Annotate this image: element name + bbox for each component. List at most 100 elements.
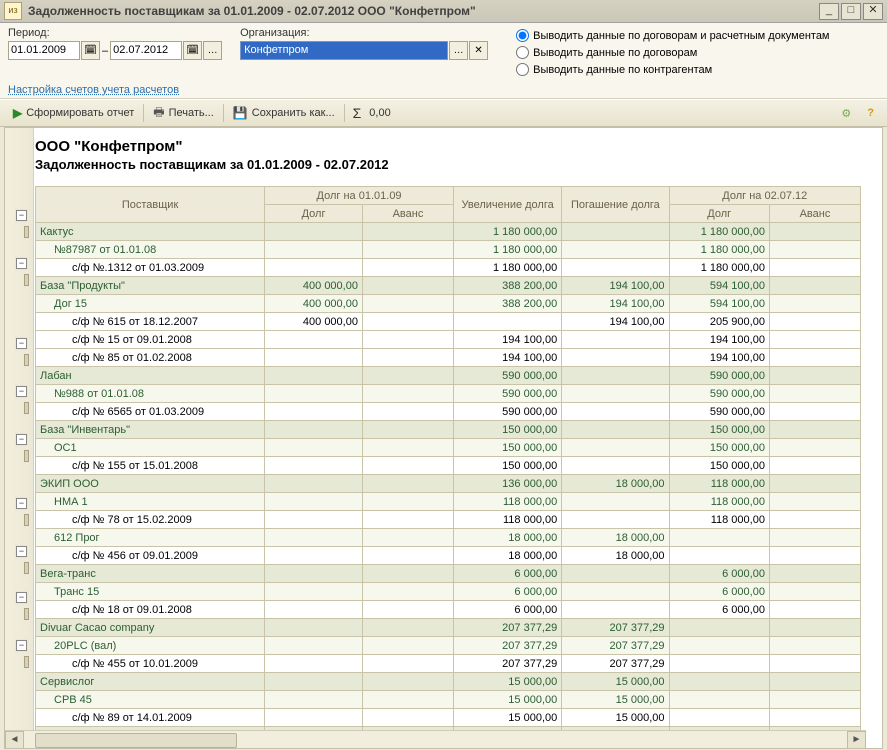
scroll-right-icon[interactable]: ► (847, 731, 866, 749)
table-row[interactable]: База "Продукты"400 000,00388 200,00194 1… (36, 277, 861, 295)
date-to-input[interactable]: 02.07.2012 (110, 41, 182, 60)
cell-inc: 18 000,00 (453, 547, 561, 565)
radio-counterparties-input[interactable] (516, 63, 529, 76)
print-button[interactable]: 🖶 Печать... (146, 102, 221, 124)
table-row[interactable]: с/ф № 18 от 09.01.20086 000,006 000,00 (36, 601, 861, 619)
table-row[interactable]: с/ф № 89 от 14.01.200915 000,0015 000,00 (36, 709, 861, 727)
cell-supplier: с/ф № 18 от 09.01.2008 (36, 601, 265, 619)
settings-button[interactable]: ⚙ (834, 102, 858, 124)
cell-supplier: База "Продукты" (36, 277, 265, 295)
date-from-input[interactable]: 01.01.2009 (8, 41, 80, 60)
table-row[interactable]: Дог 15400 000,00388 200,00194 100,00594 … (36, 295, 861, 313)
cell-supplier: №87987 от 01.01.08 (36, 241, 265, 259)
table-row[interactable]: СРВ 4515 000,0015 000,00 (36, 691, 861, 709)
scroll-left-icon[interactable]: ◄ (5, 731, 24, 749)
outline-slider[interactable] (24, 608, 29, 620)
cell-d2 (669, 691, 769, 709)
cell-a2 (769, 313, 860, 331)
minimize-button[interactable]: _ (819, 3, 839, 20)
table-row[interactable]: с/ф № 456 от 09.01.200918 000,0018 000,0… (36, 547, 861, 565)
table-row[interactable]: с/ф № 455 от 10.01.2009207 377,29207 377… (36, 655, 861, 673)
table-row[interactable]: с/ф № 6565 от 01.03.2009 590 000,00 590 00… (36, 403, 861, 421)
radio-contracts-docs[interactable]: Выводить данные по договорам и расчетным… (516, 27, 829, 44)
accounts-settings-link[interactable]: Настройка счетов учета расчетов (8, 84, 179, 96)
org-clear-button[interactable]: ✕ (469, 41, 488, 60)
outline-toggle[interactable]: − (16, 338, 27, 349)
outline-slider[interactable] (24, 450, 29, 462)
hscrollbar[interactable]: ◄ ► (5, 730, 866, 748)
outline-toggle[interactable]: − (16, 434, 27, 445)
cell-d2: 150 000,00 (669, 457, 769, 475)
org-input[interactable]: Конфетпром (240, 41, 448, 60)
table-row[interactable]: ЭКИП ООО136 000,0018 000,00118 000,00 (36, 475, 861, 493)
radio-contracts-input[interactable] (516, 46, 529, 59)
table-row[interactable]: База "Инвентарь"150 000,00150 000,00 (36, 421, 861, 439)
cell-a2 (769, 295, 860, 313)
outline-slider[interactable] (24, 562, 29, 574)
outline-toggle[interactable]: − (16, 498, 27, 509)
table-row[interactable]: №87987 от 01.01.081 180 000,001 180 000,… (36, 241, 861, 259)
cell-rep (562, 457, 669, 475)
table-row[interactable]: с/ф № 15 от 09.01.2008194 100,00194 100,… (36, 331, 861, 349)
outline-toggle[interactable]: − (16, 640, 27, 651)
radio-contracts[interactable]: Выводить данные по договорам (516, 44, 829, 61)
cell-inc (453, 313, 561, 331)
col-advance2: Аванс (769, 205, 860, 223)
table-row[interactable]: Divuar Cacao company207 377,29207 377,29 (36, 619, 861, 637)
org-select-button[interactable]: … (449, 41, 468, 60)
cell-a1 (362, 385, 453, 403)
outline-toggle[interactable]: − (16, 210, 27, 221)
cell-d2: 590 000,00 (669, 403, 769, 421)
table-row[interactable]: Транс 156 000,006 000,00 (36, 583, 861, 601)
table-row[interactable]: с/ф № 615 от 18.12.2007400 000,00194 100… (36, 313, 861, 331)
outline-slider[interactable] (24, 656, 29, 668)
period-label: Период: (8, 27, 222, 39)
cell-a1 (362, 331, 453, 349)
table-row[interactable]: НМА 1118 000,00118 000,00 (36, 493, 861, 511)
outline-toggle[interactable]: − (16, 258, 27, 269)
cell-supplier: с/ф № 6565 от 01.03.2009 (36, 403, 265, 421)
outline-toggle[interactable]: − (16, 592, 27, 603)
cell-inc: 590 000,00 (453, 403, 561, 421)
close-button[interactable]: ✕ (863, 3, 883, 20)
outline-toggle[interactable]: − (16, 546, 27, 557)
radio-contracts-docs-input[interactable] (516, 29, 529, 42)
table-row[interactable]: Лабан590 000,00590 000,00 (36, 367, 861, 385)
table-row[interactable]: Кактус1 180 000,001 180 000,00 (36, 223, 861, 241)
table-row[interactable]: 20PLC (вал)207 377,29207 377,29 (36, 637, 861, 655)
help-button[interactable]: ? (860, 102, 881, 124)
scroll-thumb[interactable] (35, 733, 237, 748)
cell-d1 (265, 601, 363, 619)
table-row[interactable]: ОС1150 000,00150 000,00 (36, 439, 861, 457)
outline-toggle[interactable]: − (16, 386, 27, 397)
saveas-button[interactable]: 💾 Сохранить как... (226, 102, 342, 124)
cell-supplier: с/ф №.1312 от 01.03.2009 (36, 259, 265, 277)
cell-a2 (769, 493, 860, 511)
cell-rep: 194 100,00 (562, 277, 669, 295)
radio-counterparties-label: Выводить данные по контрагентам (533, 64, 712, 76)
table-row[interactable]: Вега-транс6 000,006 000,00 (36, 565, 861, 583)
table-row[interactable]: с/ф № 78 от 15.02.2009118 000,00118 000,… (36, 511, 861, 529)
form-report-button[interactable]: ▶ Сформировать отчет (6, 102, 141, 124)
outline-slider[interactable] (24, 354, 29, 366)
outline-slider[interactable] (24, 402, 29, 414)
outline-slider[interactable] (24, 514, 29, 526)
cell-inc: 18 000,00 (453, 529, 561, 547)
outline-slider[interactable] (24, 226, 29, 238)
sum-value: 0,00 (369, 107, 429, 119)
table-row[interactable]: №988 от 01.01.08590 000,00590 000,00 (36, 385, 861, 403)
table-row[interactable]: с/ф № 155 от 15.01.2008150 000,00150 000… (36, 457, 861, 475)
maximize-button[interactable]: □ (841, 3, 861, 20)
cell-inc: 150 000,00 (453, 421, 561, 439)
outline-slider[interactable] (24, 274, 29, 286)
table-row[interactable]: Сервислог15 000,0015 000,00 (36, 673, 861, 691)
cell-a2 (769, 511, 860, 529)
date-to-calendar-icon[interactable]: 🗓 (183, 41, 202, 60)
period-picker-button[interactable]: … (203, 41, 222, 60)
table-row[interactable]: 612 Прог18 000,0018 000,00 (36, 529, 861, 547)
table-row[interactable]: с/ф № 85 от 01.02.2008194 100,00194 100,… (36, 349, 861, 367)
date-from-calendar-icon[interactable]: 🗓 (81, 41, 100, 60)
table-row[interactable]: с/ф №.1312 от 01.03.20091 180 000,001 18… (36, 259, 861, 277)
cell-inc: 1 180 000,00 (453, 223, 561, 241)
radio-counterparties[interactable]: Выводить данные по контрагентам (516, 61, 829, 78)
